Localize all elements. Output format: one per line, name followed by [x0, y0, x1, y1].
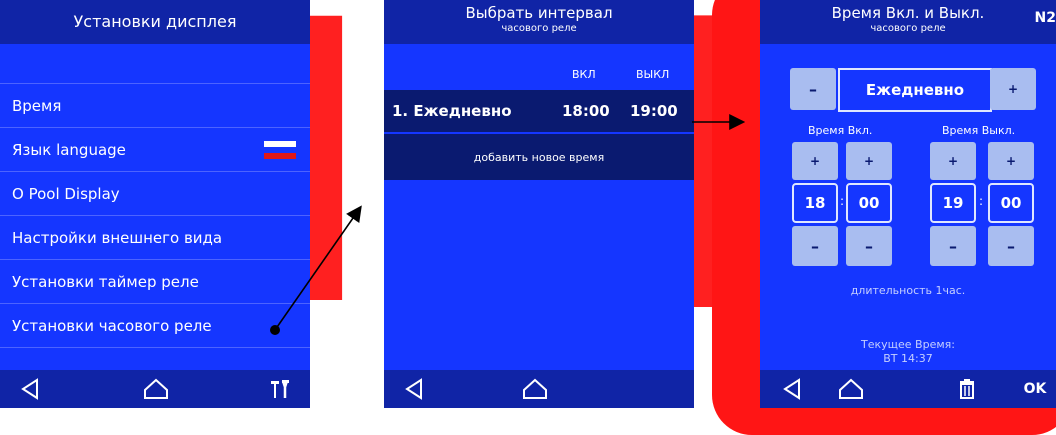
display-settings-screen: Установки дисплея Время Язык language O …	[0, 0, 310, 408]
on-minute-minus-button[interactable]: –	[846, 226, 892, 266]
screen-header: Время Вкл. и Выкл. часового реле N2	[760, 0, 1056, 44]
menu-item-label: Настройки внешнего вида	[12, 228, 223, 247]
menu-item-label: Установки часового реле	[12, 316, 212, 335]
off-minute-value: 00	[988, 183, 1034, 223]
home-icon[interactable]	[522, 377, 548, 401]
menu-item-pool-display[interactable]: O Pool Display	[0, 172, 310, 216]
interval-row[interactable]: 1. Ежедневно 18:00 19:00	[384, 90, 694, 132]
menu-item-appearance[interactable]: Настройки внешнего вида	[0, 216, 310, 260]
current-time-label: Текущее Время:	[861, 338, 955, 351]
back-icon[interactable]	[402, 377, 426, 401]
trash-icon[interactable]	[956, 377, 978, 401]
home-icon[interactable]	[838, 377, 864, 401]
screen-title: Установки дисплея	[0, 0, 310, 44]
off-minute-plus-button[interactable]: +	[988, 142, 1034, 180]
menu-item-label: Язык language	[12, 140, 126, 159]
mode-prev-button[interactable]: –	[790, 68, 836, 110]
column-header-on: ВКЛ	[572, 68, 596, 81]
menu-spacer	[0, 44, 310, 84]
screen-title: Выбрать интервал	[465, 4, 613, 22]
bottom-nav-bar: OK	[760, 370, 1056, 408]
on-time-label: Время Вкл.	[808, 124, 873, 137]
menu-item-label: O Pool Display	[12, 184, 120, 203]
interval-on-time: 18:00	[562, 102, 610, 120]
add-new-time-button[interactable]: добавить новое время	[384, 134, 694, 180]
screen-title: Время Вкл. и Выкл.	[831, 4, 985, 22]
tools-icon[interactable]	[268, 377, 294, 401]
bottom-nav-bar	[0, 370, 310, 408]
back-icon[interactable]	[18, 377, 42, 401]
menu-item-time[interactable]: Время	[0, 84, 310, 128]
mode-display: Ежедневно	[838, 68, 992, 112]
ok-button[interactable]: OK	[1020, 377, 1050, 401]
on-off-time-screen: Время Вкл. и Выкл. часового реле N2 – Еж…	[760, 0, 1056, 408]
relay-number: N2	[1034, 10, 1056, 26]
menu-item-timer-relay[interactable]: Установки таймер реле	[0, 260, 310, 304]
menu-item-label: Установки таймер реле	[12, 272, 199, 291]
interval-off-time: 19:00	[630, 102, 678, 120]
menu-item-clock-relay[interactable]: Установки часового реле	[0, 304, 310, 348]
off-minute-minus-button[interactable]: –	[988, 226, 1034, 266]
menu-item-label: Время	[12, 96, 62, 115]
off-time-label: Время Выкл.	[942, 124, 1016, 137]
screen-subtitle: часового реле	[501, 23, 577, 34]
back-icon[interactable]	[780, 377, 804, 401]
bottom-nav-bar	[384, 370, 694, 408]
screen-header: Выбрать интервал часового реле	[384, 0, 694, 44]
off-hour-value: 19	[930, 183, 976, 223]
menu-item-language[interactable]: Язык language	[0, 128, 310, 172]
on-minute-plus-button[interactable]: +	[846, 142, 892, 180]
column-header-off: ВЫКЛ	[636, 68, 670, 81]
interval-name: 1. Ежедневно	[392, 102, 512, 120]
on-hour-value: 18	[792, 183, 838, 223]
on-hour-minus-button[interactable]: –	[792, 226, 838, 266]
home-icon[interactable]	[143, 377, 169, 401]
current-time-value: ВТ 14:37	[883, 352, 933, 365]
select-interval-screen: Выбрать интервал часового реле ВКЛ ВЫКЛ …	[384, 0, 694, 408]
off-time-colon: :	[979, 194, 984, 208]
mode-next-button[interactable]: +	[990, 68, 1036, 110]
off-hour-plus-button[interactable]: +	[930, 142, 976, 180]
on-hour-plus-button[interactable]: +	[792, 142, 838, 180]
on-minute-value: 00	[846, 183, 892, 223]
russian-flag-icon	[264, 141, 296, 159]
off-hour-minus-button[interactable]: –	[930, 226, 976, 266]
screen-subtitle: часового реле	[870, 23, 946, 34]
duration-text: длительность 1час.	[850, 284, 966, 297]
on-time-colon: :	[840, 194, 845, 208]
